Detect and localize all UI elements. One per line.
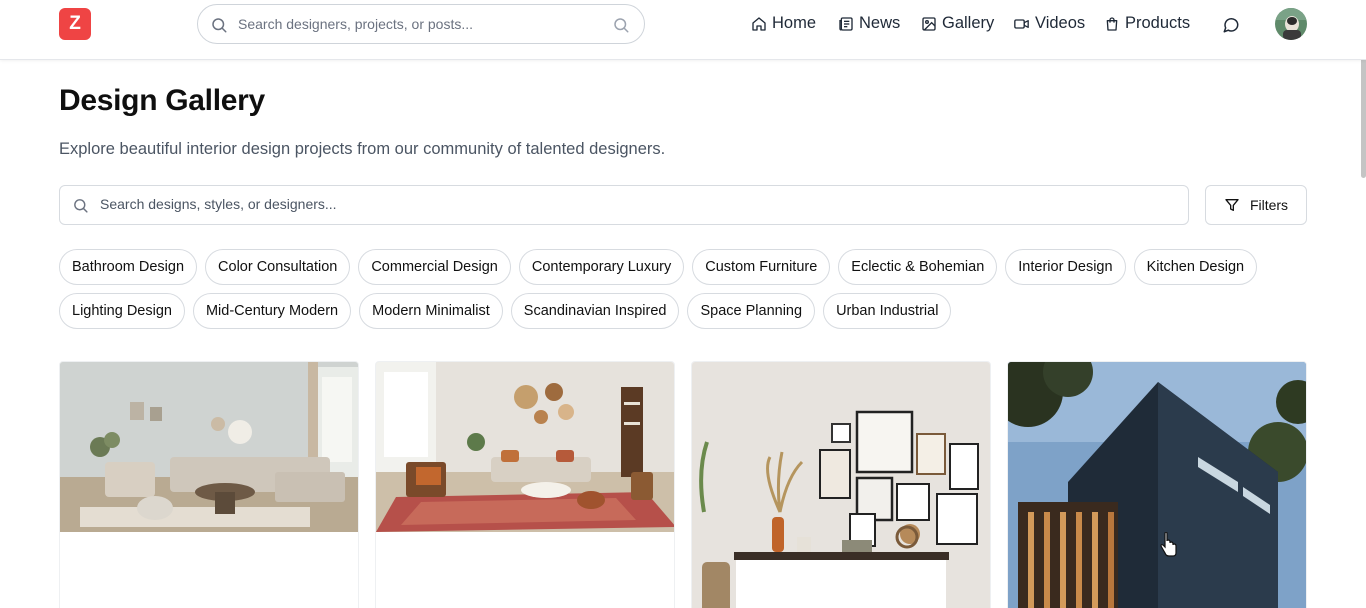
tag-scandinavian-inspired[interactable]: Scandinavian Inspired xyxy=(510,293,680,329)
nav-videos[interactable]: Videos xyxy=(1013,14,1085,33)
tag-custom-furniture[interactable]: Custom Furniture xyxy=(692,249,831,285)
gallery-card[interactable] xyxy=(1007,361,1307,608)
gallery-card[interactable] xyxy=(691,361,991,608)
gallery-image-living-room-boho xyxy=(376,362,674,532)
nav-news-label: News xyxy=(859,14,901,32)
image-icon xyxy=(922,16,936,31)
filter-icon xyxy=(1225,199,1239,211)
nav-home[interactable]: Home xyxy=(751,14,816,33)
user-avatar[interactable] xyxy=(1275,8,1307,40)
tag-space-planning[interactable]: Space Planning xyxy=(687,293,816,329)
tag-row-2: Lighting Design Mid-Century Modern Moder… xyxy=(59,293,952,329)
tag-eclectic-bohemian[interactable]: Eclectic & Bohemian xyxy=(838,249,998,285)
nav-news[interactable]: News xyxy=(838,14,900,33)
gallery-image-wall-gallery xyxy=(692,362,990,608)
tag-row-1: Bathroom Design Color Consultation Comme… xyxy=(59,249,1258,285)
nav-videos-label: Videos xyxy=(1035,14,1086,32)
gallery-search-box[interactable] xyxy=(59,185,1189,225)
nav-products[interactable]: Products xyxy=(1104,14,1190,33)
logo-letter: Z xyxy=(69,13,81,34)
nav-home-label: Home xyxy=(772,14,817,32)
nav-gallery-label: Gallery xyxy=(942,14,995,32)
tag-lighting-design[interactable]: Lighting Design xyxy=(59,293,185,329)
filters-button[interactable]: Filters xyxy=(1205,185,1307,225)
message-circle-icon xyxy=(1223,18,1239,33)
tag-bathroom-design[interactable]: Bathroom Design xyxy=(59,249,198,285)
shopping-bag-icon xyxy=(1106,16,1118,31)
app-logo[interactable]: Z xyxy=(59,8,91,40)
global-search-box[interactable] xyxy=(197,4,645,44)
search-icon xyxy=(74,199,88,213)
global-search-input[interactable] xyxy=(238,16,598,32)
filters-label: Filters xyxy=(1249,197,1289,213)
tag-color-consultation[interactable]: Color Consultation xyxy=(205,249,351,285)
tag-modern-minimalist[interactable]: Modern Minimalist xyxy=(359,293,503,329)
messages-button[interactable] xyxy=(1220,14,1242,36)
page-subtitle: Explore beautiful interior design projec… xyxy=(59,140,666,158)
search-icon[interactable] xyxy=(612,16,630,34)
tag-interior-design[interactable]: Interior Design xyxy=(1005,249,1126,285)
tag-commercial-design[interactable]: Commercial Design xyxy=(358,249,511,285)
mouse-cursor-icon xyxy=(1160,532,1177,557)
search-icon xyxy=(212,18,227,33)
page-title: Design Gallery xyxy=(59,84,265,117)
gallery-search-input[interactable] xyxy=(100,196,1170,212)
tag-contemporary-luxury[interactable]: Contemporary Luxury xyxy=(518,249,685,285)
avatar-image xyxy=(1275,8,1307,40)
nav-gallery[interactable]: Gallery xyxy=(921,14,994,33)
gallery-card[interactable] xyxy=(375,361,675,608)
gallery-card[interactable] xyxy=(59,361,359,608)
gallery-image-modern-building xyxy=(1008,362,1306,608)
video-icon xyxy=(1014,18,1029,29)
tag-kitchen-design[interactable]: Kitchen Design xyxy=(1133,249,1258,285)
newspaper-icon xyxy=(839,16,853,31)
tag-urban-industrial[interactable]: Urban Industrial xyxy=(823,293,952,329)
home-icon xyxy=(752,16,766,31)
top-navbar: Z Home News Gallery Videos Products xyxy=(0,0,1366,60)
tag-mid-century-modern[interactable]: Mid-Century Modern xyxy=(192,293,352,329)
gallery-image-living-room-neutral xyxy=(60,362,358,532)
nav-products-label: Products xyxy=(1125,14,1191,32)
